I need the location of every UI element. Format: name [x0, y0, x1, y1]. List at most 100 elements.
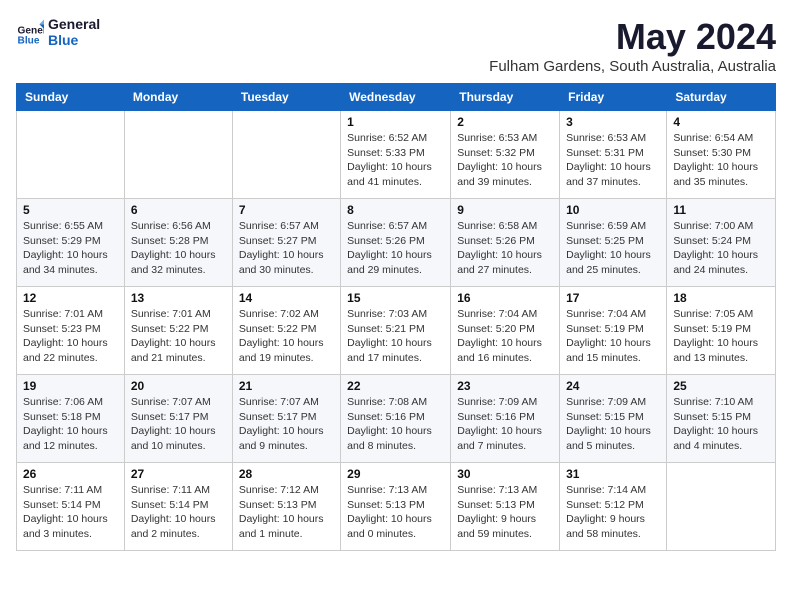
calendar-cell: 18Sunrise: 7:05 AMSunset: 5:19 PMDayligh… — [667, 287, 776, 375]
calendar-table: Sunday Monday Tuesday Wednesday Thursday… — [16, 83, 776, 551]
page-header: General Blue General Blue May 2024 Fulha… — [16, 16, 776, 75]
day-number: 25 — [673, 379, 769, 393]
day-info: Sunrise: 7:02 AMSunset: 5:22 PMDaylight:… — [239, 307, 334, 366]
calendar-cell: 11Sunrise: 7:00 AMSunset: 5:24 PMDayligh… — [667, 199, 776, 287]
calendar-cell — [124, 111, 232, 199]
calendar-week-row: 12 Sunrise: 7:01 AMSunset: 5:23 PMDayligh… — [17, 287, 776, 375]
calendar-header-row: Sunday Monday Tuesday Wednesday Thursday… — [17, 84, 776, 111]
calendar-cell: 24 Sunrise: 7:09 AMSunset: 5:15 PMDayligh… — [560, 375, 667, 463]
day-info: Sunrise: 6:55 AMSunset: 5:29 PMDaylight:… — [23, 219, 118, 278]
calendar-cell: 29 Sunrise: 7:13 AMSunset: 5:13 PMDayligh… — [341, 463, 451, 551]
calendar-cell: 13 Sunrise: 7:01 AMSunset: 5:22 PMDayligh… — [124, 287, 232, 375]
day-number: 29 — [347, 467, 444, 481]
title-area: May 2024 Fulham Gardens, South Australia… — [489, 16, 776, 75]
day-info: Sunrise: 7:01 AMSunset: 5:22 PMDaylight:… — [131, 307, 226, 366]
calendar-cell: 30 Sunrise: 7:13 AMSunset: 5:13 PMDayligh… — [451, 463, 560, 551]
day-info: Sunrise: 6:56 AMSunset: 5:28 PMDaylight:… — [131, 219, 226, 278]
day-info: Sunrise: 7:13 AMSunset: 5:13 PMDaylight:… — [457, 483, 553, 542]
day-number: 5 — [23, 203, 118, 217]
calendar-cell: 8 Sunrise: 6:57 AMSunset: 5:26 PMDaylight… — [341, 199, 451, 287]
day-number: 30 — [457, 467, 553, 481]
logo-general-text: General — [48, 16, 100, 32]
calendar-cell: 7 Sunrise: 6:57 AMSunset: 5:27 PMDaylight… — [232, 199, 340, 287]
day-number: 11 — [673, 203, 769, 217]
day-info: Sunrise: 7:01 AMSunset: 5:23 PMDaylight:… — [23, 307, 118, 366]
col-thursday: Thursday — [451, 84, 560, 111]
calendar-cell: 23Sunrise: 7:09 AMSunset: 5:16 PMDayligh… — [451, 375, 560, 463]
calendar-cell: 3 Sunrise: 6:53 AMSunset: 5:31 PMDaylight… — [560, 111, 667, 199]
day-number: 8 — [347, 203, 444, 217]
calendar-cell: 4Sunrise: 6:54 AMSunset: 5:30 PMDaylight… — [667, 111, 776, 199]
day-info: Sunrise: 7:07 AMSunset: 5:17 PMDaylight:… — [239, 395, 334, 454]
day-info: Sunrise: 7:05 AMSunset: 5:19 PMDaylight:… — [673, 307, 769, 366]
calendar-week-row: 5 Sunrise: 6:55 AMSunset: 5:29 PMDaylight… — [17, 199, 776, 287]
svg-text:Blue: Blue — [18, 36, 40, 46]
day-number: 1 — [347, 115, 444, 129]
day-number: 16 — [457, 291, 553, 305]
day-number: 6 — [131, 203, 226, 217]
day-info: Sunrise: 6:59 AMSunset: 5:25 PMDaylight:… — [566, 219, 660, 278]
day-info: Sunrise: 7:08 AMSunset: 5:16 PMDaylight:… — [347, 395, 444, 454]
day-info: Sunrise: 7:06 AMSunset: 5:18 PMDaylight:… — [23, 395, 118, 454]
day-info: Sunrise: 7:09 AMSunset: 5:15 PMDaylight:… — [566, 395, 660, 454]
location-text: Fulham Gardens, South Australia, Austral… — [489, 58, 776, 75]
day-number: 3 — [566, 115, 660, 129]
day-number: 28 — [239, 467, 334, 481]
day-number: 12 — [23, 291, 118, 305]
calendar-cell: 25 Sunrise: 7:10 AMSunset: 5:15 PMDayligh… — [667, 375, 776, 463]
day-number: 22 — [347, 379, 444, 393]
day-number: 26 — [23, 467, 118, 481]
calendar-cell: 2Sunrise: 6:53 AMSunset: 5:32 PMDaylight… — [451, 111, 560, 199]
day-number: 15 — [347, 291, 444, 305]
calendar-cell: 20Sunrise: 7:07 AMSunset: 5:17 PMDayligh… — [124, 375, 232, 463]
day-info: Sunrise: 6:57 AMSunset: 5:26 PMDaylight:… — [347, 219, 444, 278]
day-info: Sunrise: 6:53 AMSunset: 5:31 PMDaylight:… — [566, 131, 660, 190]
day-info: Sunrise: 7:13 AMSunset: 5:13 PMDaylight:… — [347, 483, 444, 542]
day-info: Sunrise: 7:14 AMSunset: 5:12 PMDaylight:… — [566, 483, 660, 542]
calendar-cell — [17, 111, 125, 199]
day-info: Sunrise: 6:58 AMSunset: 5:26 PMDaylight:… — [457, 219, 553, 278]
day-info: Sunrise: 7:07 AMSunset: 5:17 PMDaylight:… — [131, 395, 226, 454]
calendar-cell: 19 Sunrise: 7:06 AMSunset: 5:18 PMDayligh… — [17, 375, 125, 463]
calendar-cell: 22 Sunrise: 7:08 AMSunset: 5:16 PMDayligh… — [341, 375, 451, 463]
day-number: 9 — [457, 203, 553, 217]
day-number: 19 — [23, 379, 118, 393]
day-number: 10 — [566, 203, 660, 217]
calendar-cell: 1 Sunrise: 6:52 AMSunset: 5:33 PMDaylight… — [341, 111, 451, 199]
calendar-cell: 15 Sunrise: 7:03 AMSunset: 5:21 PMDayligh… — [341, 287, 451, 375]
day-info: Sunrise: 7:12 AMSunset: 5:13 PMDaylight:… — [239, 483, 334, 542]
calendar-cell: 14 Sunrise: 7:02 AMSunset: 5:22 PMDayligh… — [232, 287, 340, 375]
day-info: Sunrise: 6:54 AMSunset: 5:30 PMDaylight:… — [673, 131, 769, 190]
calendar-cell: 9 Sunrise: 6:58 AMSunset: 5:26 PMDaylight… — [451, 199, 560, 287]
day-number: 31 — [566, 467, 660, 481]
col-wednesday: Wednesday — [341, 84, 451, 111]
calendar-cell: 17Sunrise: 7:04 AMSunset: 5:19 PMDayligh… — [560, 287, 667, 375]
day-number: 27 — [131, 467, 226, 481]
calendar-cell: 28 Sunrise: 7:12 AMSunset: 5:13 PMDayligh… — [232, 463, 340, 551]
day-number: 14 — [239, 291, 334, 305]
month-title: May 2024 — [489, 16, 776, 58]
col-monday: Monday — [124, 84, 232, 111]
calendar-cell — [232, 111, 340, 199]
day-number: 23 — [457, 379, 553, 393]
col-friday: Friday — [560, 84, 667, 111]
day-info: Sunrise: 7:10 AMSunset: 5:15 PMDaylight:… — [673, 395, 769, 454]
day-info: Sunrise: 6:52 AMSunset: 5:33 PMDaylight:… — [347, 131, 444, 190]
calendar-cell: 31 Sunrise: 7:14 AMSunset: 5:12 PMDayligh… — [560, 463, 667, 551]
day-info: Sunrise: 7:04 AMSunset: 5:20 PMDaylight:… — [457, 307, 553, 366]
calendar-cell: 10 Sunrise: 6:59 AMSunset: 5:25 PMDayligh… — [560, 199, 667, 287]
col-sunday: Sunday — [17, 84, 125, 111]
calendar-cell: 5 Sunrise: 6:55 AMSunset: 5:29 PMDaylight… — [17, 199, 125, 287]
day-number: 7 — [239, 203, 334, 217]
day-number: 13 — [131, 291, 226, 305]
col-saturday: Saturday — [667, 84, 776, 111]
day-info: Sunrise: 6:57 AMSunset: 5:27 PMDaylight:… — [239, 219, 334, 278]
day-number: 24 — [566, 379, 660, 393]
calendar-cell: 6 Sunrise: 6:56 AMSunset: 5:28 PMDaylight… — [124, 199, 232, 287]
day-info: Sunrise: 6:53 AMSunset: 5:32 PMDaylight:… — [457, 131, 553, 190]
logo: General Blue General Blue — [16, 16, 100, 48]
logo-icon: General Blue — [16, 18, 44, 46]
day-number: 21 — [239, 379, 334, 393]
calendar-cell: 21 Sunrise: 7:07 AMSunset: 5:17 PMDayligh… — [232, 375, 340, 463]
day-info: Sunrise: 7:03 AMSunset: 5:21 PMDaylight:… — [347, 307, 444, 366]
